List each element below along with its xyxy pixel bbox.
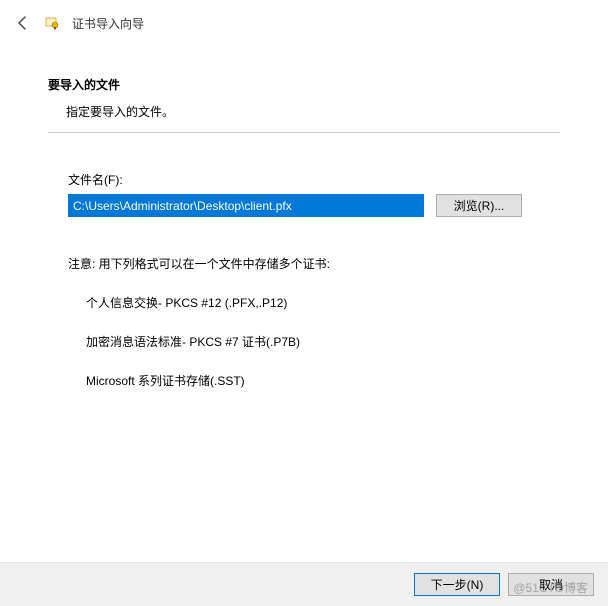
wizard-footer: 下一步(N) 取消 [0,562,608,606]
content-area: 要导入的文件 指定要导入的文件。 [0,46,608,120]
format-list: 个人信息交换- PKCS #12 (.PFX,.P12) 加密消息语法标准- P… [68,294,540,389]
format-item-sst: Microsoft 系列证书存储(.SST) [86,372,540,389]
section-title: 要导入的文件 [48,76,560,93]
file-section: 文件名(F): 浏览(R)... 注意: 用下列格式可以在一个文件中存储多个证书… [0,171,608,389]
filename-label: 文件名(F): [68,171,540,188]
divider [48,132,560,133]
format-item-pkcs12: 个人信息交换- PKCS #12 (.PFX,.P12) [86,294,540,311]
filename-input[interactable] [68,194,424,217]
cancel-button[interactable]: 取消 [508,573,594,596]
note-text: 注意: 用下列格式可以在一个文件中存储多个证书: [68,255,540,272]
section-description: 指定要导入的文件。 [48,103,560,120]
certificate-icon [44,15,60,31]
file-input-row: 浏览(R)... [68,194,540,217]
format-item-pkcs7: 加密消息语法标准- PKCS #7 证书(.P7B) [86,333,540,350]
wizard-header: 证书导入向导 [0,0,608,46]
back-button[interactable] [14,14,32,32]
next-button[interactable]: 下一步(N) [414,573,500,596]
browse-button[interactable]: 浏览(R)... [436,194,522,217]
wizard-title: 证书导入向导 [72,15,144,32]
